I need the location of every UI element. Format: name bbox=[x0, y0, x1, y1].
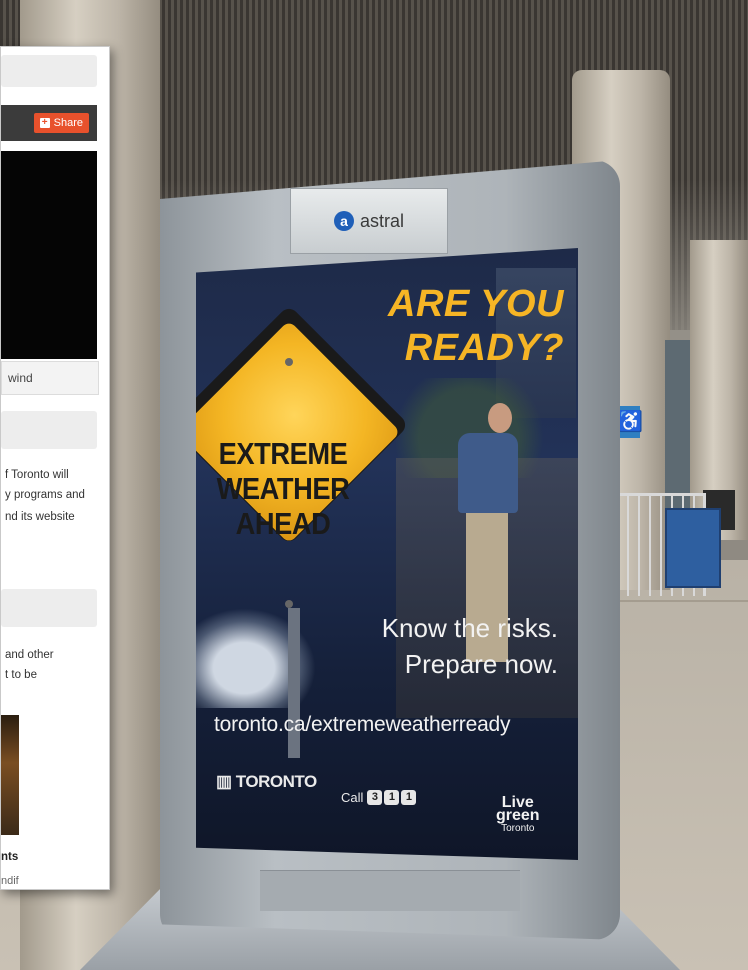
extreme-weather-poster: EXTREME WEATHER AHEAD ARE YOU READY? Kno… bbox=[196, 248, 578, 860]
page-top-bar bbox=[1, 55, 97, 87]
live-green-logo: Live green Toronto bbox=[496, 795, 540, 835]
poster-url: toronto.ca/extremeweatherready bbox=[214, 713, 511, 736]
paragraph-1-line-3: nd its website bbox=[5, 511, 75, 523]
live-green-line-2: green bbox=[496, 807, 540, 824]
poster-headline: ARE YOU READY? bbox=[388, 282, 564, 370]
kiosk-foot bbox=[260, 870, 520, 911]
call-digit-1: 3 bbox=[367, 790, 383, 805]
poster-tagline: Know the risks. Prepare now. bbox=[382, 610, 558, 682]
call-digits: 3 1 1 bbox=[367, 790, 417, 805]
toronto-logo-icon: ▥ bbox=[216, 772, 236, 791]
sign-line-2: WEATHER bbox=[216, 471, 350, 506]
live-green-line-3: Toronto bbox=[501, 823, 535, 834]
section-header-2 bbox=[1, 589, 97, 627]
paragraph-2-line-2: t to be bbox=[5, 669, 37, 681]
overlay-webpage: + Share wind f Toronto will y programs a… bbox=[0, 46, 110, 890]
warning-sign-text: EXTREME WEATHER AHEAD bbox=[208, 436, 358, 541]
reflected-person-body bbox=[458, 433, 518, 513]
astral-brand-text: astral bbox=[359, 210, 404, 231]
kiosk-brand-plate: a astral bbox=[290, 188, 448, 254]
video-player[interactable] bbox=[1, 151, 97, 359]
blue-bin bbox=[665, 508, 721, 588]
share-button[interactable]: + Share bbox=[33, 113, 89, 133]
article-thumbnail[interactable] bbox=[1, 715, 19, 835]
sign-bolt-top bbox=[285, 358, 293, 366]
video-control-text: wind bbox=[8, 371, 33, 385]
tagline-line-1: Know the risks. bbox=[381, 613, 558, 643]
toronto-logo: ▥ TORONTO bbox=[216, 772, 317, 792]
thumbnail-caption[interactable]: nts bbox=[1, 851, 18, 863]
paragraph-1-line-1: f Toronto will bbox=[5, 469, 69, 481]
sign-bolt-bottom bbox=[285, 600, 293, 608]
tagline-line-2: Prepare now. bbox=[404, 649, 558, 679]
share-bar: + Share bbox=[1, 105, 97, 141]
headline-line-1: ARE YOU bbox=[388, 283, 564, 325]
accessibility-icon: ♿ bbox=[618, 406, 643, 438]
photo-scene: ♿ a astral EXTREME WEATHER AHEAD ARE YOU… bbox=[0, 0, 748, 970]
astral-logo-icon: a bbox=[333, 211, 354, 231]
paragraph-2-line-1: and other bbox=[5, 649, 54, 661]
paragraph-1-line-2: y programs and bbox=[5, 489, 85, 501]
headline-line-2: READY? bbox=[404, 327, 564, 369]
reflected-person-head bbox=[488, 403, 512, 433]
video-control-bar[interactable]: wind bbox=[1, 361, 99, 395]
call-digit-3: 1 bbox=[401, 790, 417, 805]
share-plus-icon: + bbox=[39, 118, 50, 128]
call-label: Call bbox=[341, 790, 364, 805]
thumbnail-caption-2: ndif bbox=[1, 875, 19, 887]
call-digit-2: 1 bbox=[384, 790, 400, 805]
sign-line-3: AHEAD bbox=[235, 506, 331, 541]
toronto-logo-text: TORONTO bbox=[235, 772, 317, 791]
share-label: Share bbox=[53, 117, 83, 129]
call-311: Call 3 1 1 bbox=[341, 790, 417, 805]
section-header-1 bbox=[1, 411, 97, 449]
sign-line-1: EXTREME bbox=[218, 436, 348, 471]
